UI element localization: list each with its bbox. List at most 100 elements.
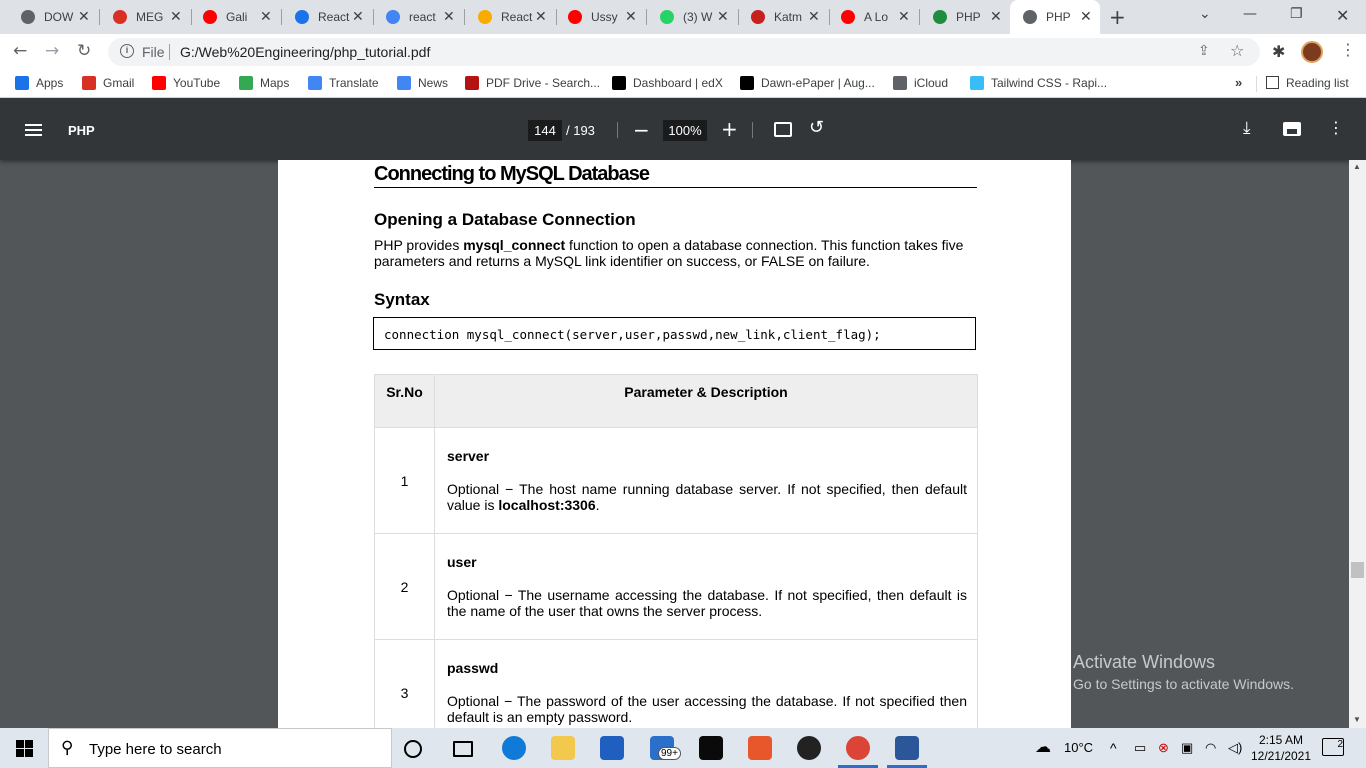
rotate-icon[interactable]: ↺ [809,117,824,138]
minimize-button[interactable]: — [1243,6,1257,22]
cortana-icon[interactable] [404,740,422,758]
site-info-icon[interactable]: i [120,44,134,58]
browser-tab[interactable]: PHP ✕ [920,0,1012,34]
section-heading: Opening a Database Connection [374,210,636,229]
browser-menu-icon[interactable]: ⋮ [1340,40,1356,59]
dev-icon[interactable] [699,736,723,760]
browser-tab[interactable]: PHP ✕ [1010,0,1100,34]
weather-icon[interactable]: ☁ [1035,737,1051,757]
profile-avatar[interactable] [1301,41,1323,63]
maps-icon [239,76,253,90]
address-bar[interactable]: i File G:/Web%20Engineering/php_tutorial… [108,38,1260,66]
bookmark-label: Gmail [103,76,135,90]
youtube-icon [568,10,582,24]
bookmark-item[interactable]: Tailwind CSS - Rapi... [970,76,1107,90]
tab-close-icon[interactable]: ✕ [717,9,729,25]
browser-tab[interactable]: React ✕ [465,0,557,34]
scrollbar-thumb[interactable] [1351,562,1364,578]
store-icon[interactable] [600,736,624,760]
chrome-icon[interactable] [838,736,878,768]
battery-icon[interactable]: ▭ [1134,740,1146,756]
media-player-icon[interactable] [797,736,821,760]
bookmark-item[interactable]: iCloud [893,76,948,90]
bookmark-item[interactable]: Dashboard | edX [612,76,723,90]
browser-tab[interactable]: React ✕ [282,0,374,34]
tab-close-icon[interactable]: ✕ [170,9,182,25]
tray-overflow-icon[interactable]: ^ [1110,740,1117,756]
device-icon[interactable]: ▣ [1181,740,1193,756]
taskbar-search[interactable]: ⚲ Type here to search [48,728,392,768]
scroll-up-icon[interactable]: ▲ [1353,162,1361,171]
reading-list-icon [1266,76,1279,89]
extensions-icon[interactable]: ✱ [1272,42,1285,61]
tab-search-icon[interactable]: ⌄ [1199,6,1211,22]
weather-temp[interactable]: 10°C [1064,740,1093,755]
tab-close-icon[interactable]: ✕ [352,9,364,25]
parameter-table: Sr.No Parameter & Description 1 server O… [374,374,978,728]
scroll-down-icon[interactable]: ▼ [1353,715,1361,724]
bookmark-item[interactable]: Maps [239,76,289,90]
bookmark-item[interactable]: Apps [15,76,63,90]
bookmark-item[interactable]: Gmail [82,76,134,90]
download-icon[interactable]: ⤓ [1243,118,1251,138]
bookmark-item[interactable]: Translate [308,76,379,90]
bookmarks-overflow-button[interactable]: » [1235,75,1242,90]
browser-tab[interactable]: (3) W ✕ [647,0,739,34]
restore-button[interactable]: ❐ [1290,6,1303,22]
browser-tab[interactable]: Gali ✕ [190,0,282,34]
browser-tab[interactable]: MEG ✕ [100,0,192,34]
bookmark-star-icon[interactable]: ☆ [1230,41,1244,60]
clock-date: 12/21/2021 [1250,749,1312,763]
browser-tab[interactable]: Katm ✕ [738,0,830,34]
zoom-in-button[interactable]: + [721,117,738,141]
bookmark-item[interactable]: Dawn-ePaper | Aug... [740,76,875,90]
wifi-icon[interactable]: ◠ [1205,740,1216,756]
pdf-more-options-icon[interactable]: ⋮ [1328,118,1344,137]
tab-close-icon[interactable]: ✕ [898,9,910,25]
volume-icon[interactable]: ◁) [1228,740,1242,756]
network-error-icon[interactable]: ⊗ [1158,740,1169,756]
vertical-scrollbar[interactable]: ▲ ▼ [1349,160,1366,728]
close-window-button[interactable]: ✕ [1336,6,1349,25]
bookmark-item[interactable]: News [397,76,448,90]
new-tab-button[interactable]: + [1109,5,1126,29]
browser-tab[interactable]: A Lo ✕ [828,0,920,34]
browser-tab[interactable]: Ussy ✕ [555,0,647,34]
sidebar-menu-icon[interactable] [25,124,42,136]
tab-close-icon[interactable]: ✕ [990,9,1002,25]
fit-to-page-icon[interactable] [774,122,792,137]
browser-tab[interactable]: DOW ✕ [8,0,100,34]
reload-button[interactable]: ↻ [77,41,91,61]
zoom-level-input[interactable]: 100% [663,120,707,141]
zoom-out-button[interactable]: − [633,118,650,142]
task-view-icon[interactable] [453,741,473,757]
tab-title: (3) W [683,10,713,24]
browser-tab[interactable]: react ✕ [373,0,465,34]
tab-close-icon[interactable]: ✕ [625,9,637,25]
word-icon[interactable] [887,736,927,768]
address-divider [169,44,170,60]
tab-close-icon[interactable]: ✕ [1080,9,1092,25]
tab-close-icon[interactable]: ✕ [78,9,90,25]
page-number-input[interactable]: 144 [528,120,562,141]
mail-icon[interactable]: 99+ [650,736,681,760]
print-icon[interactable] [1283,122,1301,136]
notification-center-icon[interactable]: 2 [1322,738,1344,756]
forward-button[interactable]: → [45,41,59,61]
back-button[interactable]: ← [13,41,27,61]
system-clock[interactable]: 2:15 AM 12/21/2021 [1248,732,1314,764]
tab-close-icon[interactable]: ✕ [260,9,272,25]
share-icon[interactable]: ⇪ [1198,42,1210,59]
tab-close-icon[interactable]: ✕ [443,9,455,25]
pdfdrive-icon [465,76,479,90]
tab-close-icon[interactable]: ✕ [535,9,547,25]
address-url[interactable]: G:/Web%20Engineering/php_tutorial.pdf [180,44,430,60]
start-button[interactable] [16,740,33,757]
file-explorer-icon[interactable] [551,736,575,760]
bookmark-item[interactable]: YouTube [152,76,220,90]
tab-close-icon[interactable]: ✕ [808,9,820,25]
bookmark-item[interactable]: PDF Drive - Search... [465,76,600,90]
xampp-icon[interactable] [748,736,772,760]
reading-list-button[interactable]: Reading list [1266,76,1349,90]
edge-icon[interactable] [502,736,526,760]
